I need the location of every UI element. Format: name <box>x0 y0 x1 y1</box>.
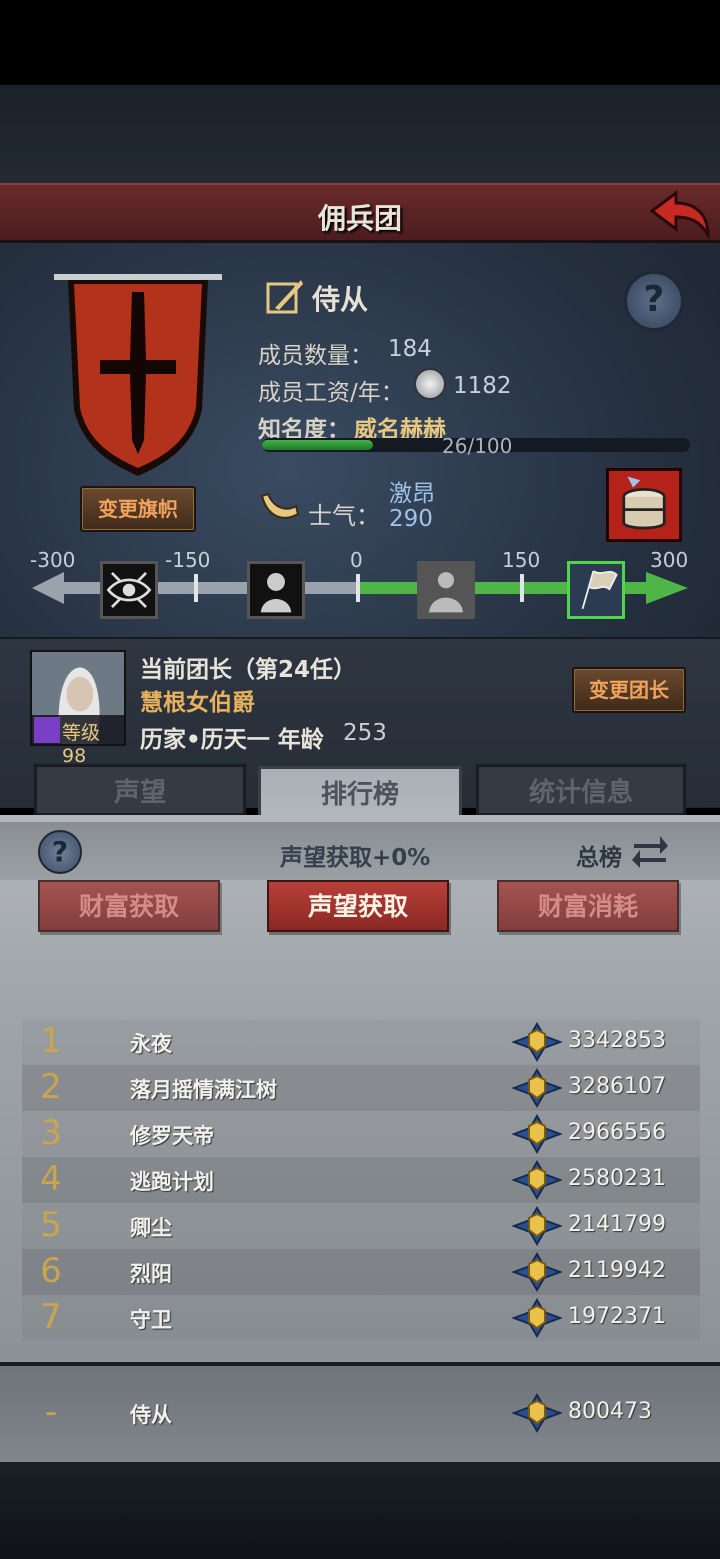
page-title: 佣兵团 <box>317 202 402 235</box>
morale-tick-label: -300 <box>30 548 76 572</box>
war-drum-icon[interactable] <box>606 468 682 542</box>
leader-family: 历家•历天一 年龄 <box>140 727 324 753</box>
despair-figure-icon <box>247 561 305 619</box>
back-arrow-icon[interactable] <box>648 189 712 241</box>
help-icon[interactable]: ? <box>624 271 684 331</box>
reputation-gain-button[interactable]: 声望获取 <box>267 880 449 932</box>
ranking-row[interactable]: 4 逃跑计划 2580231 <box>22 1157 700 1203</box>
player-score: 2119942 <box>568 1258 666 1283</box>
ranking-row[interactable]: 5 卿尘 2141799 <box>22 1203 700 1249</box>
ranking-row[interactable]: 6 烈阳 2119942 <box>22 1249 700 1295</box>
calm-figure-icon <box>417 561 475 619</box>
reputation-gem-icon <box>512 1068 562 1108</box>
salary-value: 1182 <box>453 373 512 399</box>
wealth-spend-button[interactable]: 财富消耗 <box>497 880 679 932</box>
change-leader-button[interactable]: 变更团长 <box>572 667 686 713</box>
total-list-toggle[interactable]: 总榜 <box>576 838 622 872</box>
quill-pen-icon <box>266 280 303 314</box>
victory-flag-icon <box>567 561 625 619</box>
rank-number: 3 <box>40 1113 62 1153</box>
own-name: 侍从 <box>130 1403 172 1427</box>
reputation-gem-icon <box>512 1022 562 1062</box>
ranking-row[interactable]: 2 落月摇情满江树 3286107 <box>22 1065 700 1111</box>
members-value: 184 <box>388 336 432 362</box>
title-bar: 佣兵团 <box>0 183 720 243</box>
reputation-gem-icon <box>512 1114 562 1154</box>
morale-value: 290 <box>389 506 433 532</box>
leader-level: 等级98 <box>62 722 101 767</box>
top-status-area <box>0 0 720 185</box>
player-name: 守卫 <box>130 1308 172 1332</box>
staff-icon <box>34 717 60 743</box>
rank-name: 侍从 <box>312 283 369 316</box>
player-name: 落月摇情满江树 <box>130 1078 277 1102</box>
reputation-gain-rate: 声望获取+0% <box>280 845 431 871</box>
player-score: 2141799 <box>568 1212 666 1237</box>
sword-banner-icon <box>54 274 222 476</box>
leader-name: 慧根女伯爵 <box>140 690 255 716</box>
rank-number: 2 <box>40 1067 62 1107</box>
reputation-gem-icon <box>512 1393 562 1433</box>
tab-reputation[interactable]: 声望 <box>34 764 246 816</box>
salary-label: 成员工资/年： <box>258 380 404 406</box>
leader-title: 当前团长（第24任） <box>140 657 357 683</box>
own-rank-number: - <box>44 1392 58 1432</box>
horn-icon <box>260 492 300 519</box>
silver-coin-icon <box>414 368 446 400</box>
rank-number: 5 <box>40 1205 62 1245</box>
tab-leaderboard[interactable]: 排行榜 <box>258 766 462 822</box>
ranking-row[interactable]: 7 守卫 1972371 <box>22 1295 700 1341</box>
rank-number: 4 <box>40 1159 62 1199</box>
help-icon[interactable]: ? <box>38 830 82 874</box>
reputation-gem-icon <box>512 1252 562 1292</box>
fame-progress-text: 26/100 <box>442 434 513 458</box>
reputation-gem-icon <box>512 1160 562 1200</box>
reputation-gem-icon <box>512 1298 562 1338</box>
own-score: 800473 <box>568 1399 652 1424</box>
change-banner-button[interactable]: 变更旗帜 <box>80 486 196 532</box>
leader-age: 253 <box>343 720 387 746</box>
morale-state: 激昂 <box>389 481 435 507</box>
own-ranking-row[interactable]: - 侍从 800473 <box>22 1390 700 1436</box>
player-score: 3286107 <box>568 1074 666 1099</box>
player-name: 修罗天帝 <box>130 1124 214 1148</box>
members-label: 成员数量： <box>258 343 373 369</box>
morale-tick-label: 300 <box>650 548 689 572</box>
morale-tick-label: -150 <box>165 548 211 572</box>
ranking-row[interactable]: 3 修罗天帝 2966556 <box>22 1111 700 1157</box>
swap-arrows-icon[interactable] <box>630 832 670 870</box>
player-score: 1972371 <box>568 1304 666 1329</box>
player-name: 永夜 <box>130 1032 172 1056</box>
bottom-area <box>0 1462 720 1559</box>
reputation-gem-icon <box>512 1206 562 1246</box>
player-score: 2966556 <box>568 1120 666 1145</box>
player-name: 烈阳 <box>130 1262 172 1286</box>
rank-number: 6 <box>40 1251 62 1291</box>
broken-eye-icon <box>100 561 158 619</box>
player-name: 逃跑计划 <box>130 1170 214 1194</box>
morale-tick-label: 0 <box>350 548 363 572</box>
player-name: 卿尘 <box>130 1216 172 1240</box>
fame-progress-fill <box>262 440 373 450</box>
leader-level-badge: 等级98 <box>32 715 124 767</box>
player-score: 2580231 <box>568 1166 666 1191</box>
rank-number: 1 <box>40 1021 62 1061</box>
player-score: 3342853 <box>568 1028 666 1053</box>
morale-tick-label: 150 <box>502 548 541 572</box>
wealth-gain-button[interactable]: 财富获取 <box>38 880 220 932</box>
ranking-row[interactable]: 1 永夜 3342853 <box>22 1019 700 1065</box>
morale-label: 士气： <box>308 502 380 530</box>
rank-number: 7 <box>40 1297 62 1337</box>
tab-statistics[interactable]: 统计信息 <box>476 764 686 816</box>
